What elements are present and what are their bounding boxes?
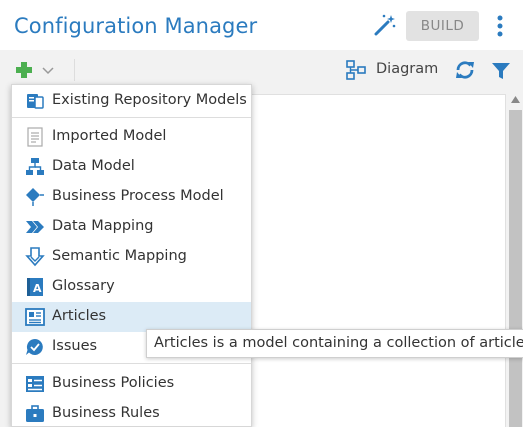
briefcase-icon <box>26 405 44 422</box>
menu-item-business-process-model[interactable]: Business Process Model <box>12 182 251 212</box>
scrollbar-thumb[interactable] <box>509 110 522 427</box>
menu-item-label: Imported Model <box>52 128 167 144</box>
business-policies-icon <box>26 376 44 392</box>
app-header: Configuration Manager BUILD <box>0 0 523 50</box>
menu-divider <box>12 117 251 118</box>
articles-tooltip: Articles is a model containing a collect… <box>146 329 523 358</box>
build-button[interactable]: BUILD <box>406 11 479 41</box>
business-process-icon <box>26 188 44 206</box>
add-model-menu: Existing Repository Models Imported Mode… <box>11 84 252 427</box>
menu-item-label: Data Mapping <box>52 218 154 234</box>
menu-item-label: Semantic Mapping <box>52 248 187 264</box>
glossary-icon: A <box>27 278 43 296</box>
menu-item-label: Issues <box>52 338 98 354</box>
repository-models-icon <box>27 94 44 109</box>
menu-item-data-model[interactable]: Data Model <box>12 152 251 182</box>
diagram-button[interactable]: Diagram <box>376 61 438 77</box>
menu-item-label: Articles <box>52 308 107 324</box>
page-title: Configuration Manager <box>14 14 258 38</box>
menu-item-label: Existing Repository Models <box>52 92 247 108</box>
toolbar-divider <box>74 59 75 81</box>
scroll-up-icon[interactable] <box>511 96 520 103</box>
svg-text:A: A <box>33 282 42 295</box>
menu-item-label: Business Policies <box>52 375 175 391</box>
diagram-icon[interactable] <box>346 60 366 80</box>
chevron-down-icon[interactable] <box>42 65 54 75</box>
menu-item-label: Data Model <box>52 158 135 174</box>
menu-item-business-policies[interactable]: Business Policies <box>12 369 251 399</box>
menu-item-business-rules[interactable]: Business Rules <box>12 399 251 427</box>
menu-item-imported-model[interactable]: Imported Model <box>12 122 251 152</box>
data-model-icon <box>26 158 44 175</box>
articles-icon <box>25 308 45 326</box>
imported-model-icon <box>27 127 43 147</box>
issues-icon <box>26 338 43 355</box>
menu-item-articles[interactable]: Articles <box>12 302 251 332</box>
magic-wand-icon[interactable] <box>372 12 398 38</box>
kebab-menu-icon[interactable] <box>492 13 508 39</box>
menu-item-label: Glossary <box>52 278 115 294</box>
menu-item-glossary[interactable]: A Glossary <box>12 272 251 302</box>
plus-icon[interactable] <box>14 60 34 80</box>
menu-item-data-mapping[interactable]: Data Mapping <box>12 212 251 242</box>
filter-icon[interactable] <box>490 60 512 82</box>
menu-divider <box>12 363 251 364</box>
menu-item-existing-repository-models[interactable]: Existing Repository Models <box>12 86 251 116</box>
data-mapping-icon <box>26 221 44 233</box>
vertical-scrollbar[interactable] <box>508 90 523 427</box>
menu-item-semantic-mapping[interactable]: Semantic Mapping <box>12 242 251 272</box>
menu-item-label: Business Process Model <box>52 188 224 204</box>
refresh-icon[interactable] <box>454 59 476 81</box>
semantic-mapping-icon <box>25 247 45 267</box>
menu-item-label: Business Rules <box>52 405 160 421</box>
